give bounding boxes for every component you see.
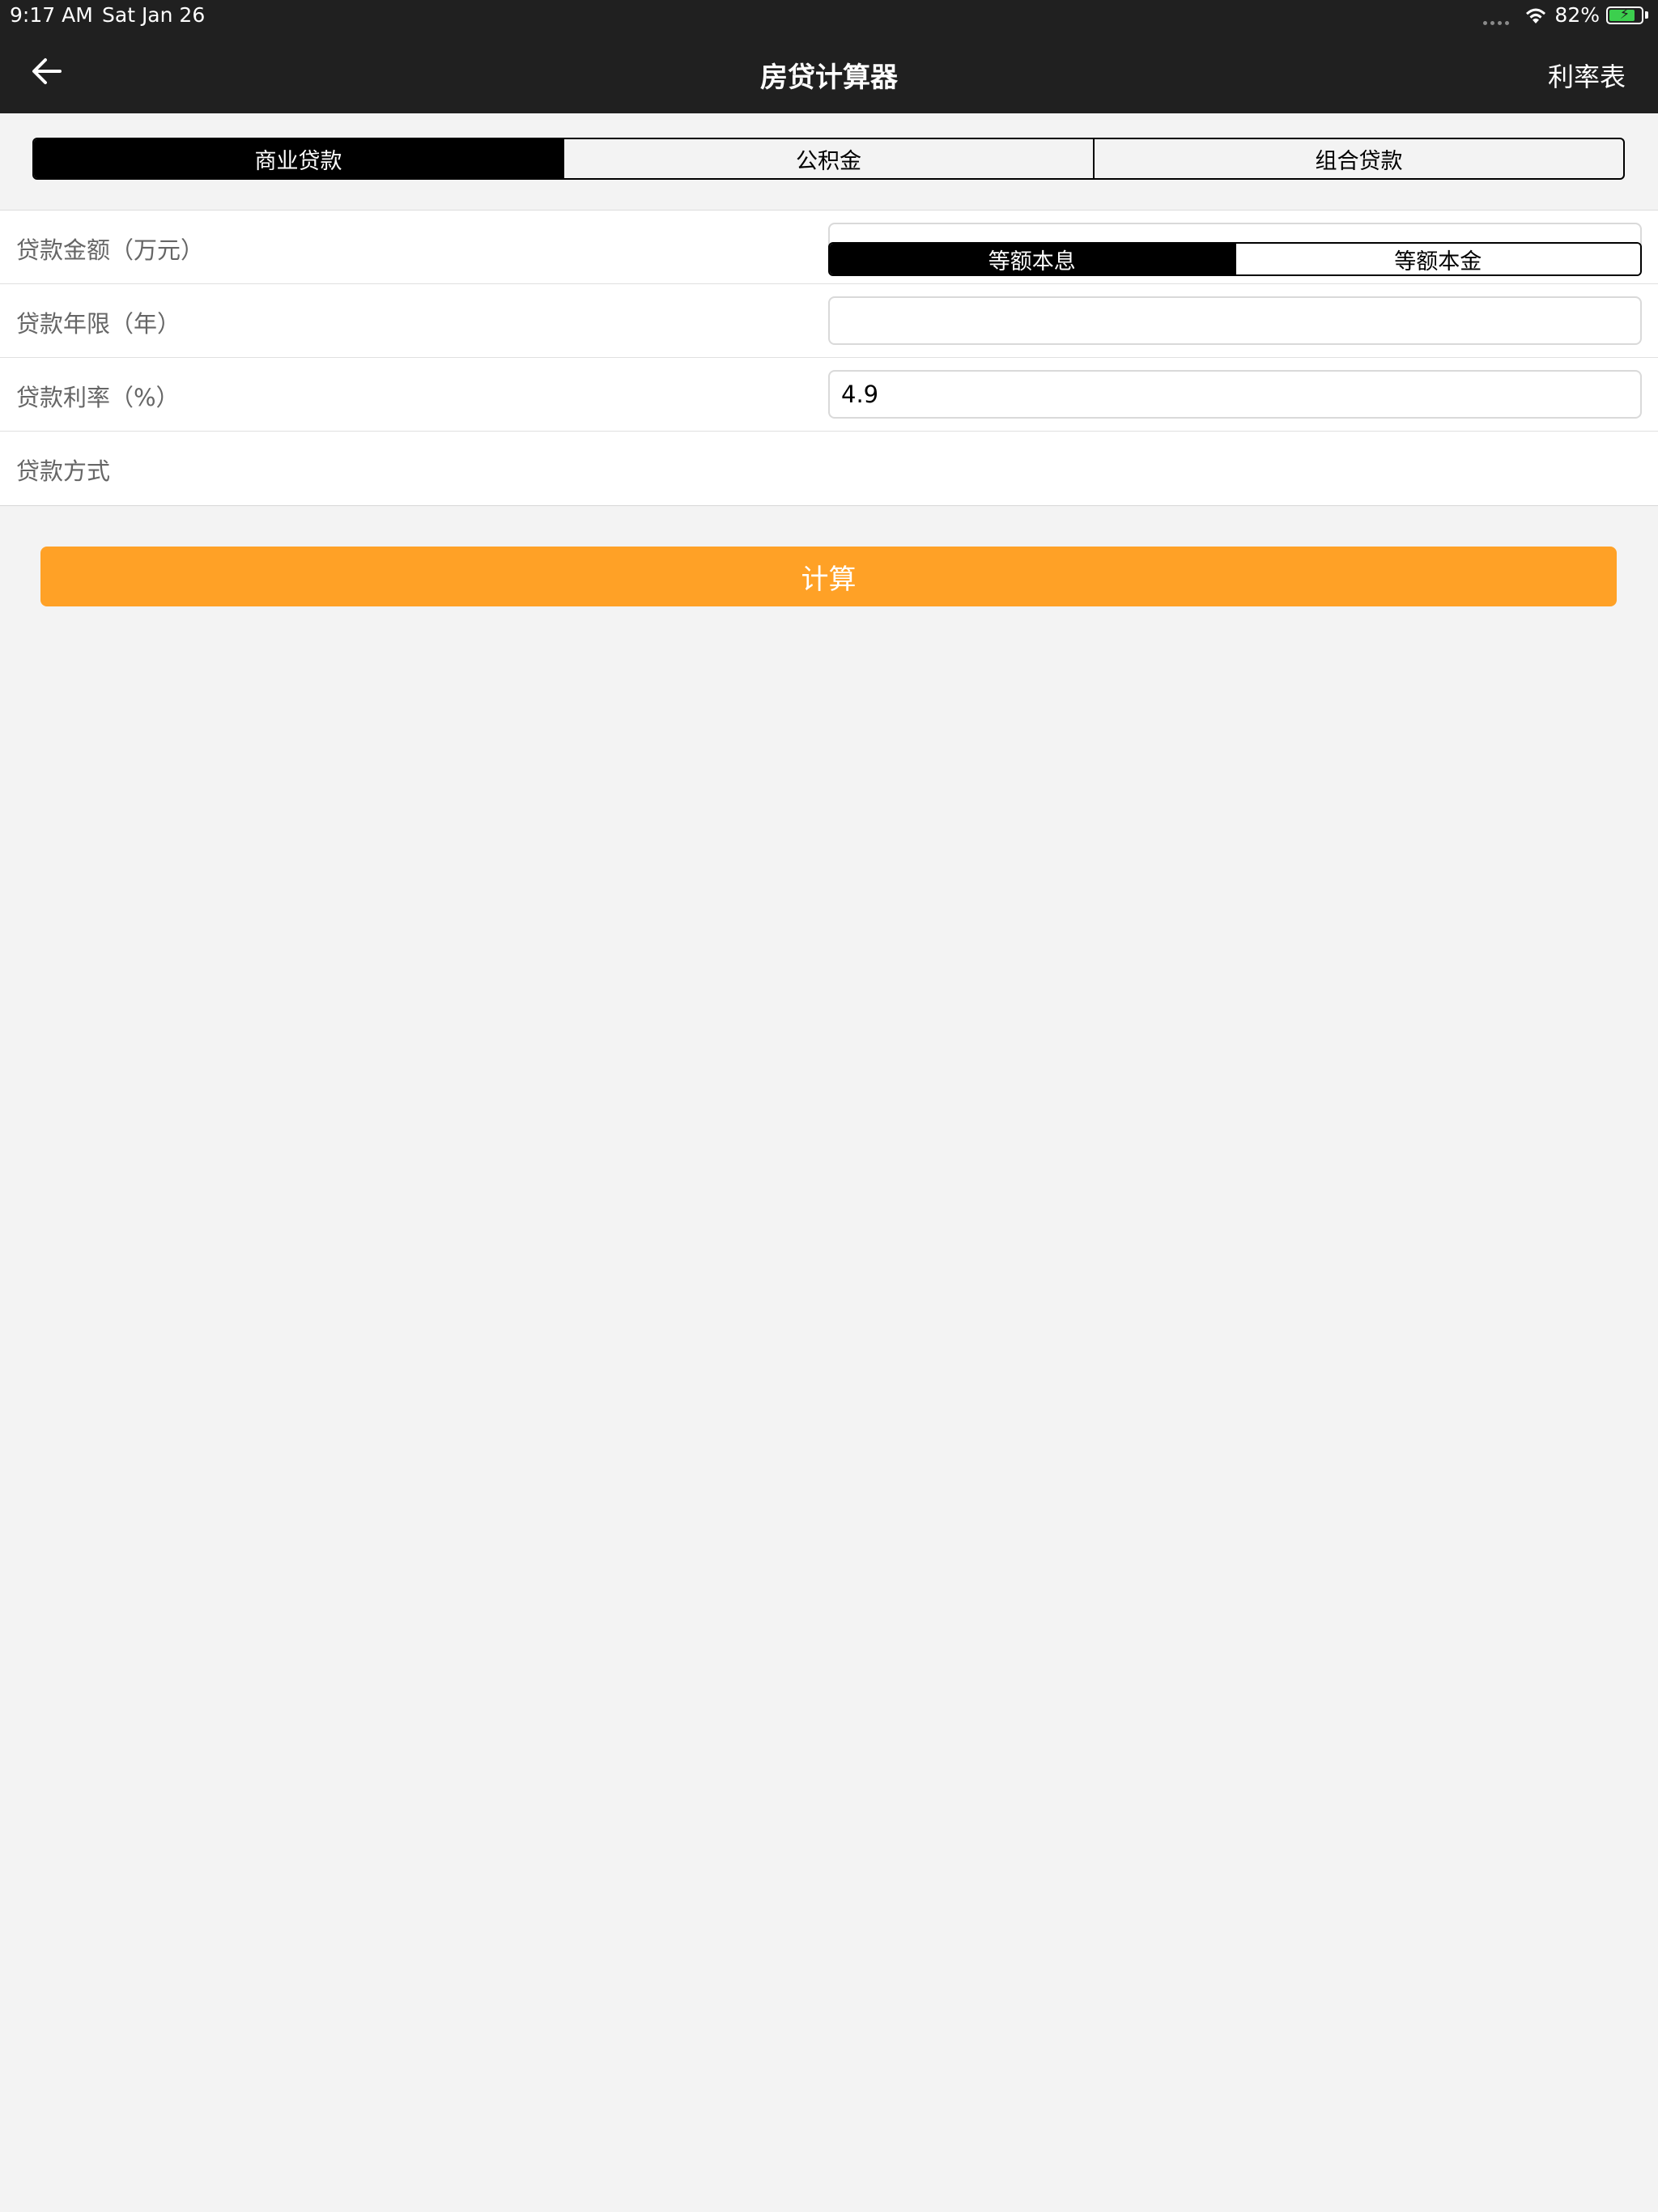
status-date: Sat Jan 26 — [102, 3, 206, 27]
rate-label: 贷款利率（%） — [16, 384, 180, 411]
nav-bar: 房贷计算器 利率表 — [0, 32, 1658, 113]
battery-cap — [1645, 11, 1648, 19]
status-right: 82% ⚡ — [1483, 3, 1648, 27]
battery-percent: 82% — [1554, 3, 1600, 27]
wifi-icon — [1526, 8, 1546, 23]
loan-type-area: 商业贷款 公积金 组合贷款 — [0, 113, 1658, 211]
loan-type-segmented-control: 商业贷款 公积金 组合贷款 — [32, 138, 1625, 180]
amount-label: 贷款金额（万元） — [16, 236, 205, 264]
repayment-method-segmented-control: 等额本息 等额本金 — [828, 242, 1642, 276]
option-equal-installment[interactable]: 等额本息 — [830, 244, 1236, 274]
method-row: 贷款方式 — [0, 432, 1658, 505]
battery-charging-icon: ⚡ — [1606, 6, 1643, 24]
years-label: 贷款年限（年） — [16, 310, 181, 338]
rate-input[interactable]: 4.9 — [828, 370, 1642, 419]
cellular-signal-icon — [1483, 6, 1510, 25]
rate-table-button[interactable]: 利率表 — [1548, 57, 1626, 94]
method-label: 贷款方式 — [16, 457, 111, 485]
rate-row: 贷款利率（%） 4.9 — [0, 358, 1658, 432]
tab-commercial-loan[interactable]: 商业贷款 — [34, 139, 564, 178]
page-title: 房贷计算器 — [760, 62, 898, 94]
tab-provident-fund[interactable]: 公积金 — [564, 139, 1095, 178]
years-input[interactable] — [828, 296, 1642, 345]
tab-combined-loan[interactable]: 组合贷款 — [1095, 139, 1623, 178]
calculate-button[interactable]: 计算 — [40, 547, 1617, 606]
status-time: 9:17 AM — [10, 3, 93, 27]
years-row: 贷款年限（年） — [0, 284, 1658, 358]
status-bar: 9:17 AM Sat Jan 26 82% ⚡ — [0, 0, 1658, 32]
option-equal-principal[interactable]: 等额本金 — [1235, 244, 1640, 274]
